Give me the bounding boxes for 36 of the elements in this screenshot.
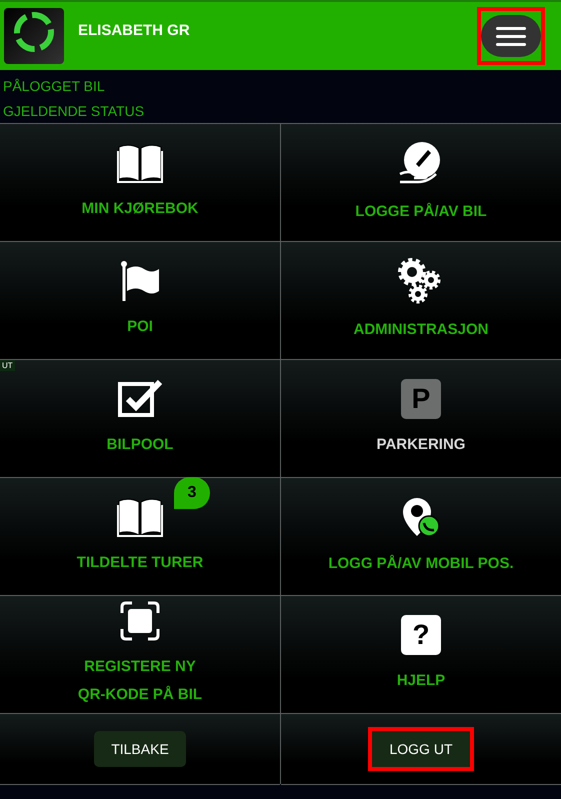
carpool-tile[interactable]: UT BILPOOL <box>0 360 280 478</box>
status-line: GJELDENDE STATUS <box>3 102 146 121</box>
app-logo <box>4 8 64 64</box>
tile-label: TILDELTE TURER <box>76 552 204 572</box>
status-label: UT <box>0 360 15 371</box>
tile-label: HJELP <box>396 670 446 690</box>
administration-tile[interactable]: ADMINISTRASJON <box>281 242 561 360</box>
parking-sign-icon: P <box>401 378 441 418</box>
menu-button[interactable] <box>477 7 545 65</box>
user-name: ELISABETH GR <box>78 22 191 39</box>
tile-label: LOGGE PÅ/AV BIL <box>355 202 487 222</box>
tile-label: ADMINISTRASJON <box>353 320 488 340</box>
poi-tile[interactable]: POI <box>0 242 280 360</box>
tile-label: POI <box>127 316 153 336</box>
login-vehicle-tile[interactable]: LOGGE PÅ/AV BIL <box>281 124 561 242</box>
tile-label: BILPOOL <box>106 434 174 454</box>
tile-label: PARKERING <box>376 434 466 454</box>
checkbox-icon <box>118 378 162 418</box>
logout-button[interactable]: LOGG UT <box>372 731 470 767</box>
help-icon: ? <box>401 614 441 654</box>
open-book-icon <box>117 142 163 182</box>
scan-frame-icon <box>120 600 160 640</box>
assigned-trips-tile[interactable]: 3 TILDELTE TURER <box>0 478 280 596</box>
trip-count: 3 <box>174 476 210 508</box>
tile-label: MIN KJØREBOK <box>82 198 198 218</box>
register-qr-tile[interactable]: REGISTERE NY QR-KODE PÅ BIL <box>0 596 280 714</box>
tile-label: LOGG PÅ/AV MOBIL POS. <box>328 554 514 574</box>
status-line: PÅLOGGET BIL <box>3 77 106 96</box>
back-button[interactable]: TILBAKE <box>94 731 186 767</box>
map-pin-phone-icon <box>401 496 441 538</box>
flag-icon <box>120 260 160 300</box>
mobile-position-tile[interactable]: LOGG PÅ/AV MOBIL POS. <box>281 478 561 596</box>
tile-label: REGISTERE NY QR-KODE PÅ BIL <box>78 656 202 704</box>
help-tile[interactable]: ? HJELP <box>281 596 561 714</box>
logbook-tile[interactable]: MIN KJØREBOK <box>0 124 280 242</box>
open-book-icon <box>117 496 163 536</box>
